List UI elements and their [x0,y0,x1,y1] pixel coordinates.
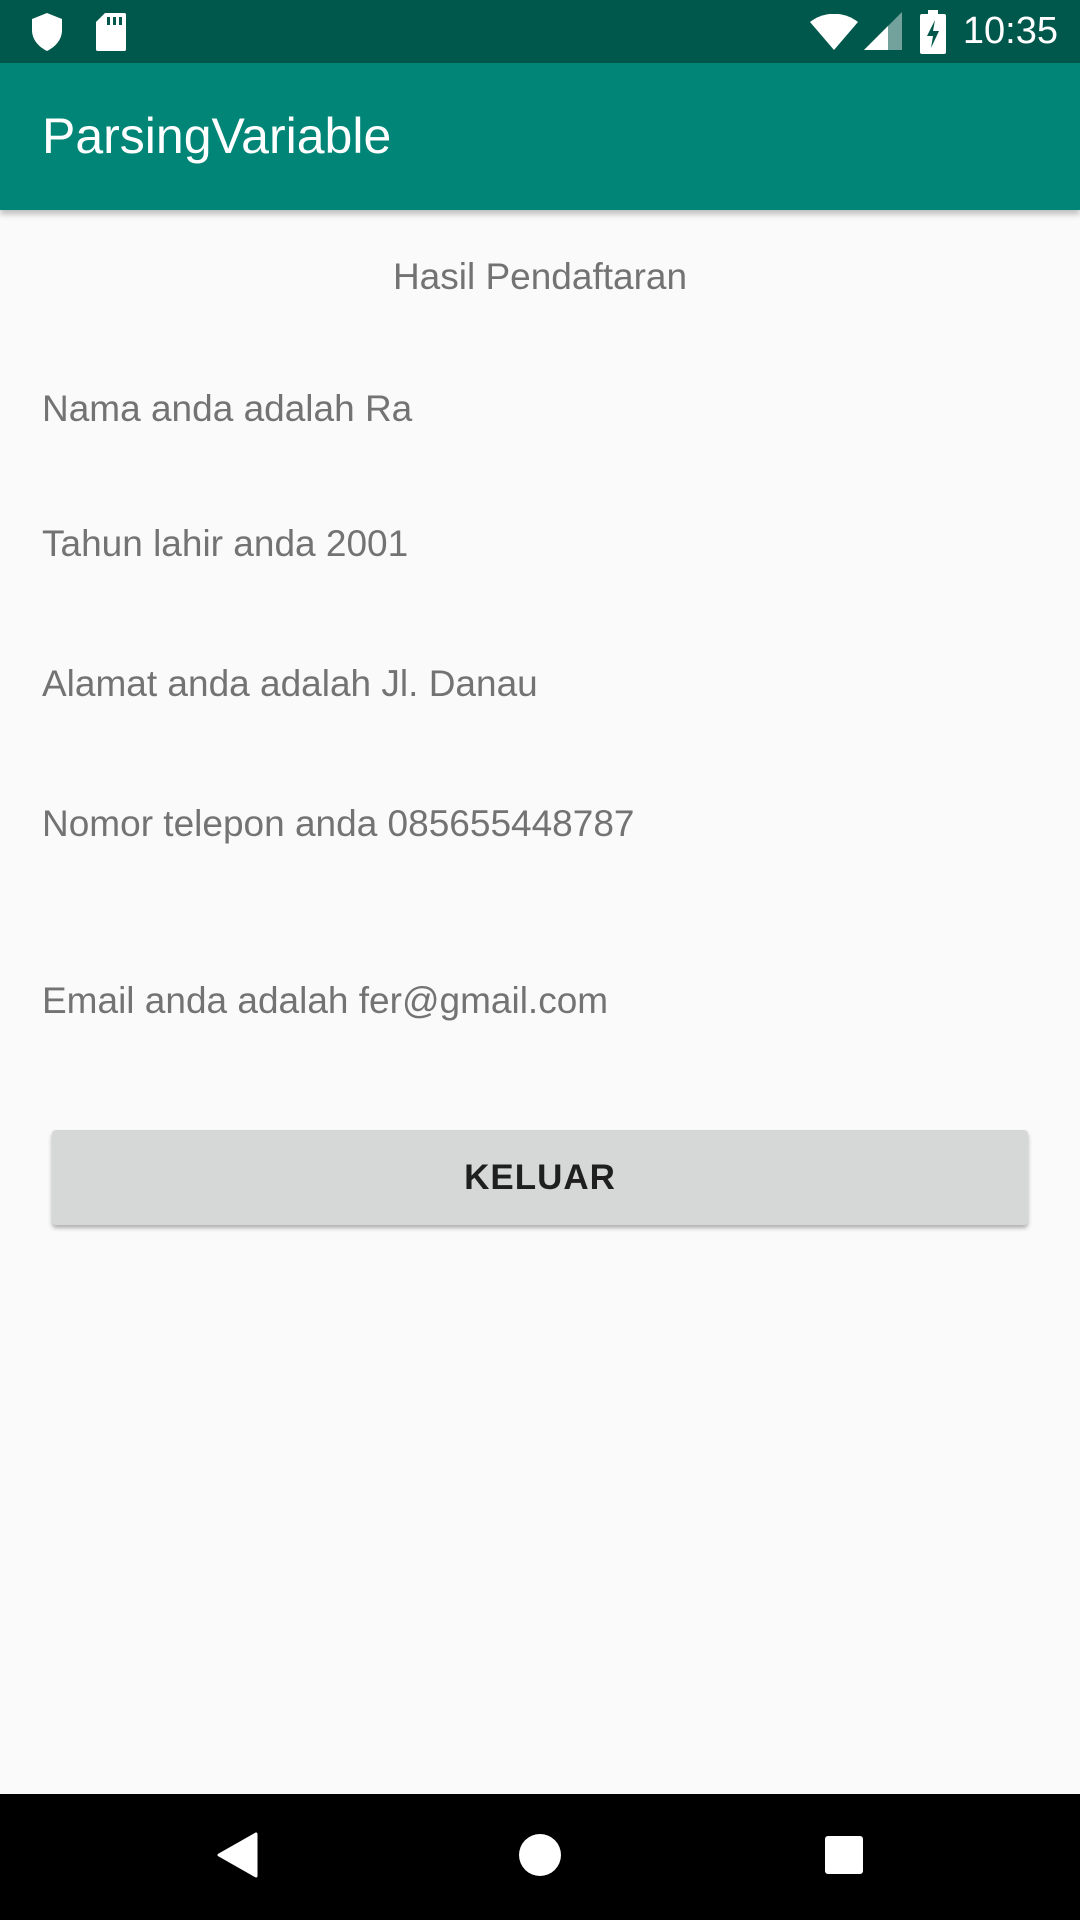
recents-icon [824,1835,864,1880]
signal-icon [864,12,902,55]
battery-charging-icon [920,10,946,59]
status-bar: 10:35 [0,0,1080,63]
phone-text: Nomor telepon anda 085655448787 [42,803,635,844]
home-button[interactable] [460,1794,620,1920]
sd-card-icon [95,12,127,57]
navigation-bar [0,1794,1080,1920]
back-icon [216,1832,258,1883]
status-time: 10:35 [962,10,1058,52]
shield-icon [30,12,64,57]
page-heading: Hasil Pendaftaran [392,256,688,297]
back-button[interactable] [157,1794,317,1920]
birth-year-text: Tahun lahir anda 2001 [42,523,409,564]
exit-button[interactable]: KELUAR [52,1130,1028,1225]
app-bar: ParsingVariable [0,63,1080,210]
wifi-icon [810,13,858,55]
content-area: Hasil Pendaftaran Nama anda adalah Ra Ta… [0,210,1080,1794]
name-text: Nama anda adalah Ra [42,388,413,429]
screen: 10:35 ParsingVariable Hasil Pendaftaran … [0,0,1080,1920]
email-text: Email anda adalah fer@gmail.com [42,980,609,1021]
home-icon [518,1833,562,1882]
app-title: ParsingVariable [42,108,392,164]
recents-button[interactable] [764,1794,924,1920]
address-text: Alamat anda adalah Jl. Danau [42,663,538,704]
